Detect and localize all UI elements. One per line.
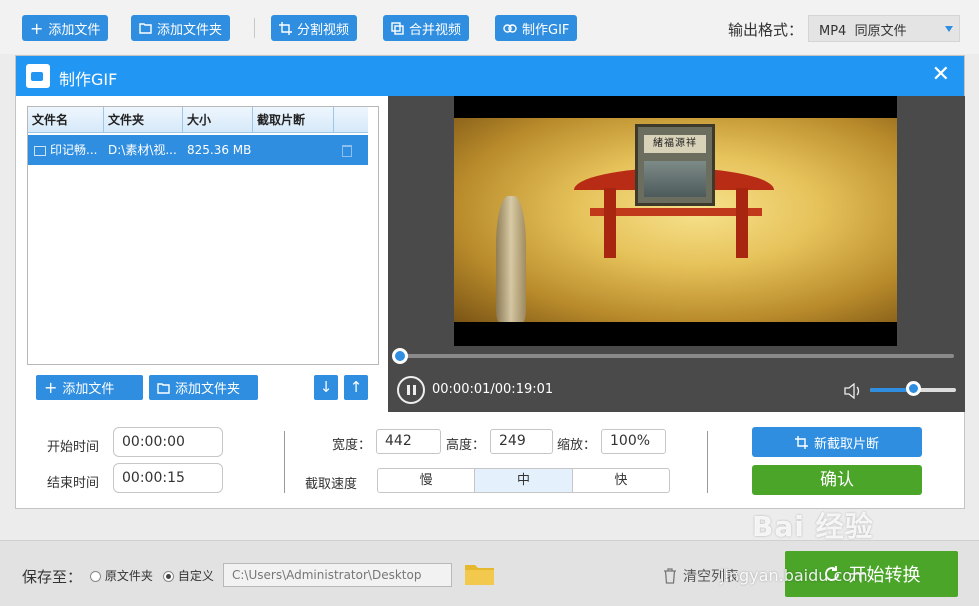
camera-app-icon: [26, 64, 50, 88]
toolbar-divider: [254, 18, 255, 38]
top-toolbar: + 添加文件 添加文件夹 分割视频 合并视频 制作GIF 输出格式： MP4 同…: [0, 0, 979, 54]
playhead-handle[interactable]: [391, 348, 408, 364]
video-file-icon: [34, 145, 46, 156]
radio-source-label: 原文件夹: [104, 569, 153, 583]
trash-icon[interactable]: [342, 144, 352, 157]
video-preview: 緒福源祥 00:00:01/00:19:01: [388, 96, 965, 412]
cell-size: 825.36 MB: [187, 143, 252, 157]
save-path-input[interactable]: C:\Users\Administrator\Desktop: [223, 563, 452, 587]
plus-icon: +: [30, 18, 44, 38]
split-video-label: 分割视频: [297, 22, 350, 38]
radio-custom-label: 自定义: [177, 569, 214, 583]
trash-icon: [664, 568, 676, 584]
column-header-size[interactable]: 大小: [183, 107, 253, 133]
dialog-add-folder-label: 添加文件夹: [175, 382, 241, 397]
cell-actions: [334, 135, 368, 165]
new-clip-button[interactable]: 新截取片断: [752, 427, 922, 457]
height-label: 高度：: [446, 438, 486, 453]
column-header-folder[interactable]: 文件夹: [104, 107, 183, 133]
video-scene: 緒福源祥: [454, 118, 897, 322]
add-file-button[interactable]: + 添加文件: [22, 15, 109, 41]
scale-input[interactable]: 100%: [601, 429, 666, 454]
plus-icon: +: [44, 378, 58, 397]
column-header-clip[interactable]: 截取片断: [253, 107, 334, 133]
add-folder-label: 添加文件夹: [157, 22, 223, 38]
dialog-add-file-button[interactable]: + 添加文件: [36, 375, 143, 400]
folder-outline-icon: [157, 382, 170, 394]
stone-pillar: [496, 196, 526, 322]
width-input[interactable]: 442: [376, 429, 441, 454]
dropdown-arrow-icon: [945, 26, 953, 32]
pause-icon[interactable]: [397, 376, 425, 404]
output-format-value: MP4 同原文件: [819, 24, 907, 39]
output-format-select[interactable]: MP4 同原文件: [808, 15, 960, 42]
make-gif-button[interactable]: 制作GIF: [495, 15, 578, 41]
video-frame[interactable]: 緒福源祥: [454, 96, 897, 346]
dialog-add-file-label: 添加文件: [62, 382, 115, 397]
folder-outline-icon: [139, 23, 152, 34]
scale-label: 缩放：: [557, 438, 597, 453]
dialog-title-bar: 制作GIF ✕: [16, 56, 964, 96]
cell-filename: 印记畅...: [28, 135, 104, 165]
make-gif-label: 制作GIF: [522, 22, 570, 38]
cell-clip: [253, 135, 334, 165]
link-icon: [503, 23, 517, 33]
height-input[interactable]: 249: [490, 429, 553, 454]
width-label: 宽度：: [332, 438, 372, 453]
crop-icon: [279, 21, 292, 35]
speed-option-medium[interactable]: 中: [475, 469, 573, 492]
crop-icon: [794, 435, 808, 449]
action-divider: [707, 431, 708, 493]
move-down-icon[interactable]: ↓: [314, 375, 338, 400]
file-table-header: 文件名 文件夹 大小 截取片断: [28, 107, 368, 133]
dialog-add-folder-button[interactable]: 添加文件夹: [149, 375, 258, 400]
merge-video-button[interactable]: 合并视频: [383, 15, 470, 41]
radio-button-selected[interactable]: [163, 571, 174, 582]
split-video-button[interactable]: 分割视频: [271, 15, 358, 41]
save-to-label: 保存至：: [22, 568, 83, 586]
playback-progress-bar[interactable]: [396, 354, 954, 358]
column-header-actions: [334, 107, 368, 133]
scroll-painting: 緒福源祥: [635, 124, 715, 206]
table-row[interactable]: 印记畅... D:\素材\视... 825.36 MB: [28, 135, 368, 165]
merge-video-label: 合并视频: [409, 22, 462, 38]
banner-text: 緒福源祥: [644, 135, 706, 153]
speed-option-slow[interactable]: 慢: [378, 469, 476, 492]
merge-icon: [391, 21, 404, 35]
dialog-title: 制作GIF: [59, 70, 118, 89]
file-list: 文件名 文件夹 大小 截取片断 印记畅... D:\素材\视... 825.36…: [27, 106, 379, 365]
gate-post-left: [604, 188, 616, 258]
speed-label: 截取速度: [305, 477, 358, 492]
output-format-label: 输出格式：: [728, 21, 804, 39]
close-icon[interactable]: ✕: [932, 62, 950, 88]
add-file-label: 添加文件: [48, 22, 101, 38]
volume-knob[interactable]: [906, 381, 921, 396]
gate-post-right: [736, 188, 748, 258]
radio-custom-folder[interactable]: 自定义: [163, 567, 214, 584]
end-time-label: 结束时间: [47, 476, 100, 491]
painting-landscape: [644, 161, 706, 197]
new-clip-label: 新截取片断: [813, 436, 879, 452]
volume-icon[interactable]: [844, 383, 862, 399]
end-time-input[interactable]: 00:00:15: [113, 463, 223, 493]
timecode: 00:00:01/00:19:01: [432, 382, 554, 397]
radio-source-folder[interactable]: 原文件夹: [90, 567, 153, 584]
filename-text: 印记畅...: [50, 143, 98, 157]
column-header-filename[interactable]: 文件名: [28, 107, 104, 133]
settings-divider: [284, 431, 285, 493]
move-up-icon[interactable]: ↑: [344, 375, 368, 400]
speed-selector: 慢 中 快: [377, 468, 670, 493]
add-folder-button[interactable]: 添加文件夹: [131, 15, 231, 41]
speed-option-fast[interactable]: 快: [573, 469, 669, 492]
baidu-watermark: Bai 经验: [752, 510, 874, 543]
radio-button[interactable]: [90, 571, 101, 582]
make-gif-dialog: 制作GIF ✕ 文件名 文件夹 大小 截取片断 印记畅... D:\素材\视..…: [15, 55, 965, 509]
confirm-button[interactable]: 确认: [752, 465, 922, 495]
cell-folder: D:\素材\视...: [108, 143, 177, 157]
browse-folder-icon[interactable]: [464, 562, 495, 586]
baidu-watermark-url: jingyan.baidu.com: [720, 566, 868, 585]
start-time-label: 开始时间: [47, 440, 100, 455]
start-time-input[interactable]: 00:00:00: [113, 427, 223, 457]
